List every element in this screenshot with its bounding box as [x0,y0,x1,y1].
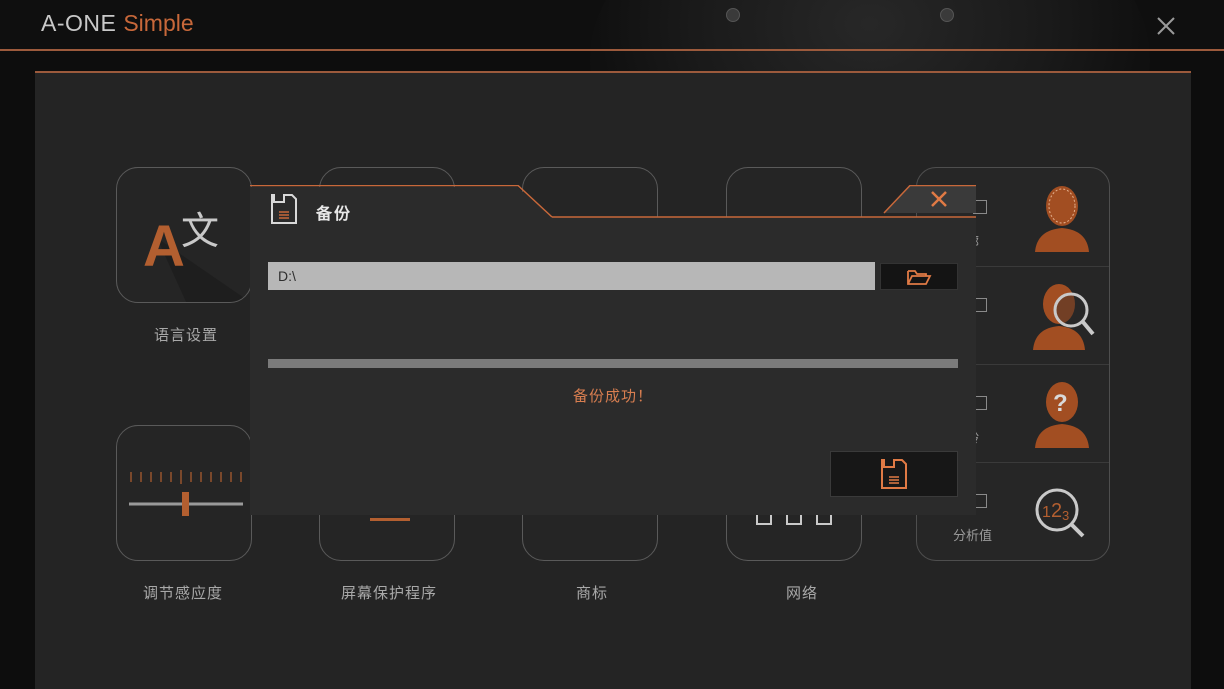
svg-text:3: 3 [1062,508,1069,523]
window-close-button[interactable] [1152,12,1180,40]
progress-fill [268,359,958,368]
title-bar: A-ONE Simple [0,0,1224,240]
language-icon: A 文 [143,209,251,302]
face-question-icon: ? [1035,382,1089,448]
svg-text:?: ? [1053,390,1068,417]
svg-text:2: 2 [1051,500,1062,522]
tile-language[interactable]: A 文 [116,167,252,303]
folder-open-icon [907,269,932,285]
tile-sensitivity-label: 调节感应度 [142,584,223,602]
backup-progress-bar [268,359,958,368]
dialog-title: 备份 [316,204,353,223]
values-label: 分析值 [953,529,993,544]
sensitivity-slider-icon [129,470,243,516]
number-search-icon: 1 2 3 [1035,488,1085,538]
close-icon [931,191,947,207]
svg-text:A: A [143,214,185,279]
tile-logo-label: 商标 [575,584,608,602]
face-contour-icon [1035,186,1089,252]
face-search-icon [1033,284,1095,350]
floppy-icon [881,459,907,489]
dialog-close-button[interactable] [922,187,956,213]
tile-network-label: 网络 [785,584,818,602]
title-divider [0,49,1224,51]
backup-dialog: 备份 D:\ 备份成功！ [250,185,976,515]
decoration-dot [726,8,740,22]
brand-secondary: Simple [123,10,194,36]
close-icon [1157,17,1175,35]
tile-screensaver-label: 屏幕保护程序 [340,584,437,602]
svg-text:1: 1 [1042,504,1051,521]
tile-sensitivity[interactable] [116,425,252,561]
decoration-dot [940,8,954,22]
backup-status-text: 备份成功！ [572,387,653,405]
floppy-icon [271,194,297,224]
svg-text:文: 文 [181,209,219,253]
browse-folder-button[interactable] [880,263,958,290]
backup-save-button[interactable] [830,451,958,497]
brand-primary: A-ONE [41,10,117,36]
backup-path-field[interactable]: D:\ [268,262,875,290]
app-title: A-ONE Simple [41,10,194,37]
